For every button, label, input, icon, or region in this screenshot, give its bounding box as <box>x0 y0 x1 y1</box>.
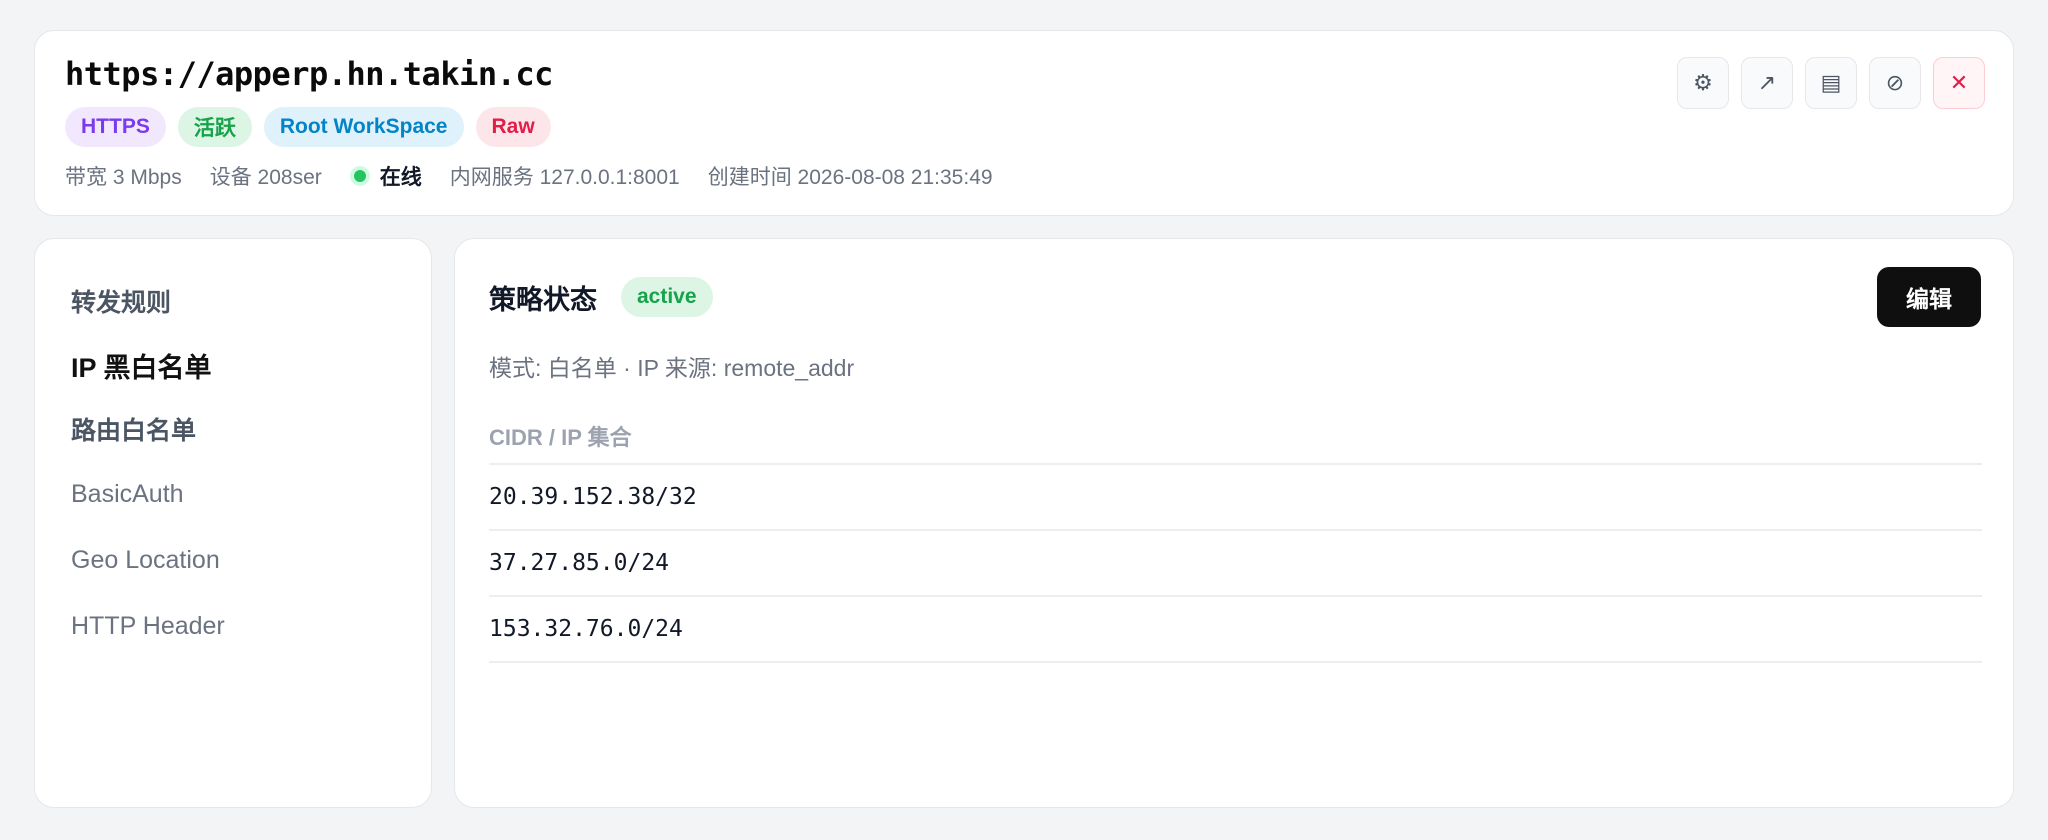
settings-sidebar: 转发规则 IP 黑白名单 路由白名单 BasicAuth Geo Locatio… <box>34 238 432 808</box>
bandwidth-text: 带宽 3 Mbps <box>65 166 182 189</box>
table-row: 153.32.76.0/24 <box>489 597 1982 663</box>
log-icon: ▤ <box>1820 70 1842 95</box>
disable-icon: ⊘ <box>1885 70 1905 95</box>
online-status: 在线 <box>349 161 422 191</box>
cidr-table-header: CIDR / IP 集合 <box>489 409 1982 465</box>
table-row: 20.39.152.38/32 <box>489 465 1982 531</box>
mode-badge: Raw <box>475 107 551 147</box>
protocol-badge: HTTPS <box>65 107 166 147</box>
sidebar-item-ip-access-list[interactable]: IP 黑白名单 <box>71 333 225 397</box>
open-link-button[interactable]: ↗ <box>1741 57 1793 109</box>
close-icon: ✕ <box>1949 70 1969 95</box>
policy-mode-text: 模式: 白名单 · IP 来源: remote_addr <box>489 355 855 381</box>
device-text: 设备 208ser <box>209 166 322 189</box>
edit-button[interactable]: 编辑 <box>1877 267 1981 327</box>
sidebar-item-geo-location[interactable]: Geo Location <box>71 527 225 593</box>
online-label: 在线 <box>379 166 422 189</box>
service-url: https://apperp.hn.takin.cc <box>65 55 553 93</box>
service-header-card: https://apperp.hn.takin.cc HTTPS 活跃 Root… <box>34 30 2014 216</box>
logs-button[interactable]: ▤ <box>1805 57 1857 109</box>
badge-group: HTTPS 活跃 Root WorkSpace Raw <box>65 107 551 147</box>
policy-status-row: 策略状态 active <box>489 277 713 317</box>
delete-button[interactable]: ✕ <box>1933 57 1985 109</box>
sidebar-item-basic-auth[interactable]: BasicAuth <box>71 461 225 527</box>
workspace-badge: Root WorkSpace <box>263 107 464 147</box>
ip-policy-panel: 策略状态 active 编辑 模式: 白名单 · IP 来源: remote_a… <box>454 238 2014 808</box>
policy-status-badge: active <box>621 277 713 317</box>
service-meta: 带宽 3 Mbps 设备 208ser 在线 内网服务 127.0.0.1:80… <box>65 161 993 191</box>
external-link-icon: ↗ <box>1757 70 1777 95</box>
sidebar-item-route-whitelist[interactable]: 路由白名单 <box>71 397 225 461</box>
status-badge: 活跃 <box>177 107 252 147</box>
sidebar-item-http-header[interactable]: HTTP Header <box>71 593 225 659</box>
gear-icon: ⚙ <box>1693 70 1713 95</box>
created-time-text: 创建时间 2026-08-08 21:35:49 <box>707 166 993 189</box>
settings-button[interactable]: ⚙ <box>1677 57 1729 109</box>
sidebar-nav: 转发规则 IP 黑白名单 路由白名单 BasicAuth Geo Locatio… <box>71 269 225 659</box>
disable-button[interactable]: ⊘ <box>1869 57 1921 109</box>
table-row: 37.27.85.0/24 <box>489 531 1982 597</box>
policy-title: 策略状态 <box>489 284 597 315</box>
sidebar-item-forward-rules[interactable]: 转发规则 <box>71 269 225 333</box>
cidr-table: CIDR / IP 集合 20.39.152.38/32 37.27.85.0/… <box>489 409 1982 663</box>
header-actions: ⚙ ↗ ▤ ⊘ ✕ <box>1677 57 1985 109</box>
internal-service-text: 内网服务 127.0.0.1:8001 <box>449 166 680 189</box>
status-dot-icon <box>349 166 370 186</box>
